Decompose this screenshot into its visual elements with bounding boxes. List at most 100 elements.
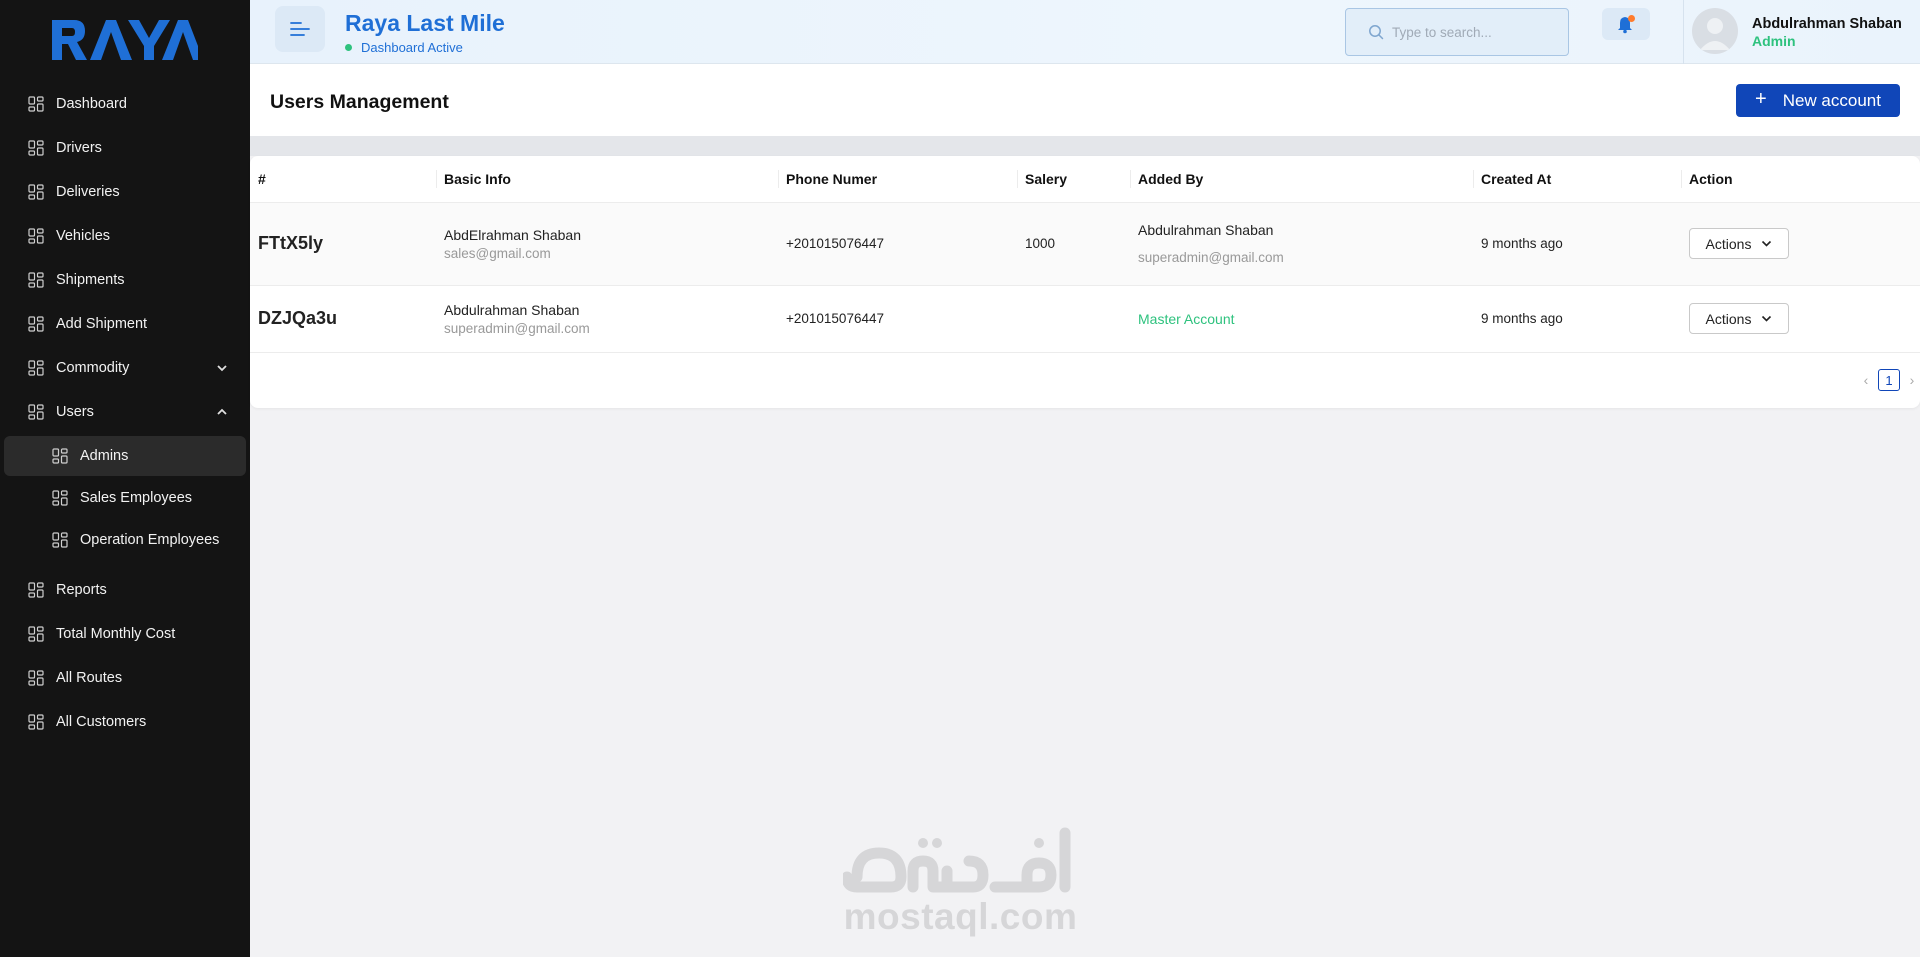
sidebar-item-vehicles[interactable]: Vehicles	[0, 214, 250, 258]
grid-icon	[28, 140, 44, 156]
sidebar-item-all-routes[interactable]: All Routes	[0, 656, 250, 700]
cell-salary	[1017, 285, 1130, 353]
sidebar-item-label: Deliveries	[56, 184, 120, 200]
table-header-row: # Basic Info Phone Numer Salery Added By…	[250, 156, 1920, 203]
grid-icon	[28, 626, 44, 642]
sidebar-item-all-customers[interactable]: All Customers	[0, 700, 250, 744]
search-box	[1345, 8, 1569, 56]
next-page-button[interactable]: ›	[1904, 372, 1920, 388]
app-status: Dashboard Active	[345, 40, 463, 55]
grid-icon	[52, 490, 68, 506]
sidebar-item-label: All Customers	[56, 714, 147, 730]
user-email: superadmin@gmail.com	[444, 320, 590, 336]
sidebar-subitem-operation-employees[interactable]: Operation Employees	[0, 520, 250, 560]
grid-icon	[28, 670, 44, 686]
users-table-card: # Basic Info Phone Numer Salery Added By…	[250, 156, 1920, 408]
user-email: sales@gmail.com	[444, 245, 551, 261]
sidebar-item-label: All Routes	[56, 670, 123, 686]
page-title: Users Management	[270, 91, 449, 113]
grid-icon	[28, 272, 44, 288]
page-number-button[interactable]: 1	[1878, 369, 1900, 391]
sidebar-item-label: Drivers	[56, 140, 102, 156]
avatar[interactable]	[1692, 8, 1738, 54]
sidebar-subitem-sales-employees[interactable]: Sales Employees	[0, 478, 250, 518]
column-header-basic-info: Basic Info	[436, 156, 778, 203]
column-header-phone: Phone Numer	[778, 156, 1017, 203]
search-icon	[1369, 25, 1384, 40]
users-table: # Basic Info Phone Numer Salery Added By…	[250, 156, 1920, 353]
cell-added-by: Abdulrahman Shaban superadmin@gmail.com	[1130, 202, 1473, 286]
cell-created-at: 9 months ago	[1473, 285, 1681, 353]
sidebar-item-label: Vehicles	[56, 228, 111, 244]
sidebar-item-label: Admins	[80, 448, 129, 464]
user-name: Abdulrahman Shaban	[1752, 16, 1902, 32]
app-title: Raya Last Mile	[345, 10, 505, 36]
menu-icon	[290, 22, 310, 36]
user-full-name: AbdElrahman Shaban	[444, 226, 581, 243]
sidebar-item-deliveries[interactable]: Deliveries	[0, 170, 250, 214]
sidebar-item-drivers[interactable]: Drivers	[0, 126, 250, 170]
sidebar-item-add-shipment[interactable]: Add Shipment	[0, 302, 250, 346]
sidebar-item-label: Operation Employees	[80, 532, 220, 548]
sidebar-item-label: Shipments	[56, 272, 125, 288]
user-avatar-icon	[1700, 18, 1730, 50]
sidebar-item-label: Dashboard	[56, 96, 127, 112]
grid-icon	[28, 582, 44, 598]
divider-band	[250, 136, 1920, 156]
column-header-salary: Salery	[1017, 156, 1130, 203]
chevron-down-icon	[1762, 240, 1772, 247]
cell-id: DZJQa3u	[250, 285, 436, 353]
pagination: ‹ 1 ›	[1858, 369, 1920, 391]
cell-created-at: 9 months ago	[1473, 202, 1681, 286]
sidebar-item-label: Sales Employees	[80, 490, 193, 506]
new-account-label: New account	[1782, 90, 1881, 110]
new-account-button[interactable]: + New account	[1736, 84, 1900, 117]
sidebar-item-dashboard[interactable]: Dashboard	[0, 82, 250, 126]
actions-label: Actions	[1705, 310, 1752, 327]
actions-dropdown-button[interactable]: Actions	[1689, 228, 1789, 259]
cell-action: Actions	[1681, 202, 1920, 286]
sidebar-item-users[interactable]: Users	[0, 390, 250, 434]
sidebar-item-label: Users	[56, 404, 94, 420]
grid-icon	[28, 228, 44, 244]
sidebar-item-shipments[interactable]: Shipments	[0, 258, 250, 302]
sidebar-item-label: Reports	[56, 582, 107, 598]
chevron-down-icon	[217, 365, 227, 372]
grid-icon	[52, 532, 68, 548]
sidebar-item-reports[interactable]: Reports	[0, 568, 250, 612]
sidebar-item-total-monthly-cost[interactable]: Total Monthly Cost	[0, 612, 250, 656]
cell-action: Actions	[1681, 285, 1920, 353]
added-by-email: superadmin@gmail.com	[1138, 250, 1284, 265]
page-header-card: Users Management + New account	[250, 64, 1920, 136]
sidebar-nav: Dashboard Drivers Deliveries Vehicles Sh…	[0, 82, 250, 744]
master-account-label: Master Account	[1138, 310, 1235, 327]
prev-page-button[interactable]: ‹	[1858, 372, 1874, 388]
search-input[interactable]	[1392, 24, 1562, 40]
top-header: Raya Last Mile Dashboard Active Abdulrah…	[250, 0, 1920, 80]
cell-phone: +201015076447	[778, 285, 1017, 353]
actions-label: Actions	[1705, 235, 1752, 252]
cell-id: FTtX5ly	[250, 202, 436, 286]
status-dot-icon	[345, 44, 352, 51]
column-header-action: Action	[1681, 156, 1920, 203]
added-by-name: Abdulrahman Shaban	[1138, 222, 1274, 238]
status-text: Dashboard Active	[361, 40, 463, 55]
grid-icon	[28, 360, 44, 376]
grid-icon	[52, 448, 68, 464]
grid-icon	[28, 714, 44, 730]
column-header-added-by: Added By	[1130, 156, 1473, 203]
cell-phone: +201015076447	[778, 202, 1017, 286]
sidebar-subitem-admins[interactable]: Admins	[4, 436, 246, 476]
raya-logo[interactable]	[52, 18, 198, 62]
sidebar: Dashboard Drivers Deliveries Vehicles Sh…	[0, 0, 250, 957]
column-header-created-at: Created At	[1473, 156, 1681, 203]
menu-toggle-button[interactable]	[275, 6, 325, 52]
actions-dropdown-button[interactable]: Actions	[1689, 303, 1789, 334]
plus-icon: +	[1755, 88, 1767, 110]
column-header-id: #	[250, 156, 436, 203]
notifications-button[interactable]	[1602, 8, 1650, 40]
sidebar-item-commodity[interactable]: Commodity	[0, 346, 250, 390]
user-role: Admin	[1752, 33, 1796, 49]
chevron-up-icon	[217, 408, 227, 415]
grid-icon	[28, 184, 44, 200]
